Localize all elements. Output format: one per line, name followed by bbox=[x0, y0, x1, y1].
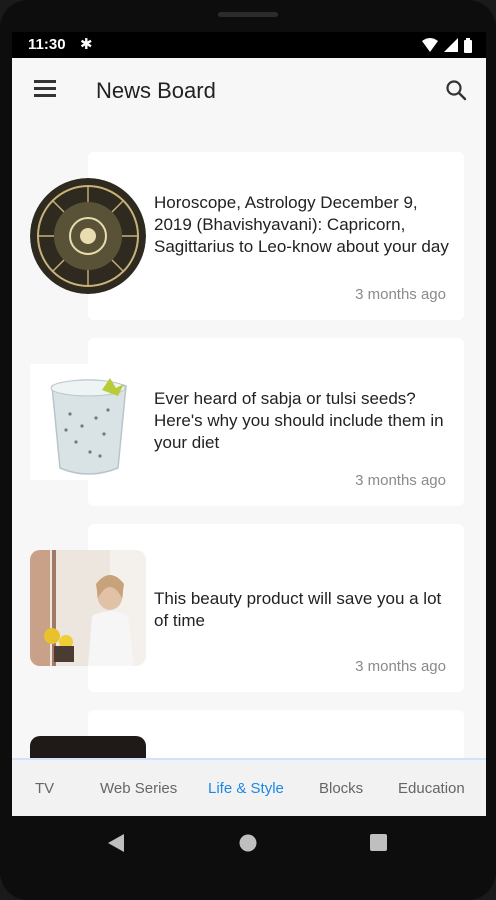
article-timestamp: 3 months ago bbox=[355, 472, 446, 489]
signal-icon bbox=[444, 38, 458, 52]
system-nav-bar bbox=[12, 816, 486, 872]
app-screen: News Board Horoscope, Astrology December… bbox=[12, 58, 486, 816]
menu-icon[interactable] bbox=[34, 80, 56, 98]
beauty-product-image bbox=[30, 550, 146, 666]
status-icons bbox=[422, 37, 472, 53]
tab-tv[interactable]: TV bbox=[35, 780, 54, 797]
tab-education[interactable]: Education bbox=[398, 780, 465, 797]
sabja-seeds-image bbox=[30, 364, 146, 480]
article-timestamp: 3 months ago bbox=[355, 658, 446, 675]
status-time: 11:30 bbox=[28, 36, 66, 53]
article-title: Horoscope, Astrology December 9, 2019 (B… bbox=[154, 193, 449, 256]
tab-life-style[interactable]: Life & Style bbox=[208, 780, 284, 797]
page-title: News Board bbox=[96, 78, 216, 103]
battery-icon bbox=[464, 37, 472, 53]
home-icon[interactable] bbox=[239, 834, 257, 852]
horoscope-wheel-image bbox=[30, 178, 146, 294]
device-frame: 11:30 ✱ News Board Horoscope, Astrology … bbox=[0, 0, 496, 900]
speaker-grille bbox=[218, 12, 278, 17]
article-title: This beauty product will save you a lot … bbox=[154, 589, 442, 630]
tab-blocks[interactable]: Blocks bbox=[319, 780, 363, 797]
tab-web-series[interactable]: Web Series bbox=[100, 780, 177, 797]
status-bar: 11:30 ✱ bbox=[12, 32, 486, 58]
app-bar: News Board bbox=[12, 58, 486, 124]
back-icon[interactable] bbox=[108, 834, 124, 852]
category-tabs: TV Web Series Life & Style Blocks Educat… bbox=[12, 758, 486, 816]
wifi-icon bbox=[422, 38, 438, 52]
article-timestamp: 3 months ago bbox=[355, 286, 446, 303]
settings-icon: ✱ bbox=[80, 36, 93, 53]
search-icon[interactable] bbox=[444, 78, 468, 102]
article-title: Ever heard of sabja or tulsi seeds? Here… bbox=[154, 389, 444, 452]
recents-icon[interactable] bbox=[370, 834, 387, 851]
